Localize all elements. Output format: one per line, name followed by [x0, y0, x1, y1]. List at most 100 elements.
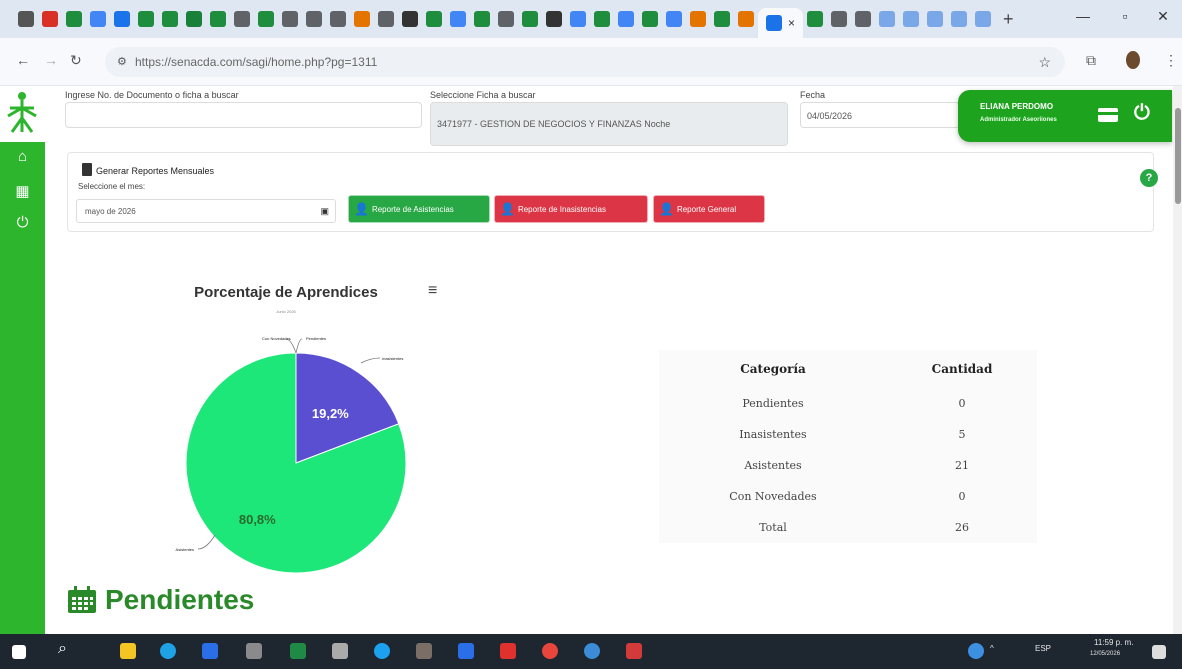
tab-favicon-icon[interactable] [714, 11, 730, 27]
windows-taskbar: ⌕ ^ ESP 11:59 p. m. 12/05/2026 [0, 634, 1182, 669]
tray-date[interactable]: 12/05/2026 [1090, 651, 1120, 657]
tray-lang[interactable]: ESP [1035, 644, 1051, 653]
doc-input[interactable] [65, 102, 422, 128]
search-icon[interactable]: ⌕ [58, 640, 74, 657]
power-icon[interactable]: ⏻ [0, 214, 45, 231]
tab-favicon-icon[interactable] [666, 11, 682, 27]
tab-favicon-icon[interactable] [498, 11, 514, 27]
taskbar-app-icon[interactable] [202, 643, 218, 659]
taskbar-app-icon[interactable] [542, 643, 558, 659]
tab-favicon-icon[interactable] [306, 11, 322, 27]
tab-favicon-icon[interactable] [330, 11, 346, 27]
restore-icon[interactable]: ▫ [1110, 8, 1140, 24]
tab-favicon-icon[interactable] [642, 11, 658, 27]
calendar-icon[interactable]: ▦ [0, 182, 45, 200]
active-tab[interactable]: × [758, 8, 804, 38]
taskbar-app-icon[interactable] [290, 643, 306, 659]
back-icon[interactable]: ← [16, 52, 30, 68]
tab-favicon-icon[interactable] [234, 11, 250, 27]
reports-title: Generar Reportes Mensuales [96, 166, 215, 176]
scrollbar-thumb[interactable] [1175, 108, 1181, 204]
minimize-icon[interactable]: — [1068, 8, 1098, 24]
browser-menu-icon[interactable]: ⋮ [1164, 52, 1178, 69]
tray-up-icon[interactable]: ^ [990, 644, 994, 653]
home-icon[interactable]: ⌂ [0, 148, 45, 165]
taskbar-app-icon[interactable] [416, 643, 432, 659]
logout-icon[interactable]: ⏻ [1134, 102, 1150, 125]
ficha-select[interactable]: 3471977 - GESTION DE NEGOCIOS Y FINANZAS… [430, 102, 788, 146]
tab-favicon-icon[interactable] [114, 11, 130, 27]
new-tab-button[interactable]: + [1003, 9, 1014, 30]
tab-favicon-icon[interactable] [426, 11, 442, 27]
inasistencias-report-button[interactable]: 👤 Reporte de Inasistencias [494, 195, 648, 223]
tab-favicon-icon[interactable] [738, 11, 754, 27]
close-window-icon[interactable]: ✕ [1148, 8, 1178, 25]
taskbar-app-icon[interactable] [584, 643, 600, 659]
taskbar-app-icon[interactable] [458, 643, 474, 659]
omnibox[interactable]: ⚙ https://senacda.com/sagi/home.php?pg=1… [105, 47, 1065, 77]
tab-favicon-icon[interactable] [258, 11, 274, 27]
tab-favicon-icon[interactable] [18, 11, 34, 27]
tab-favicon-icon[interactable] [66, 11, 82, 27]
tab-favicon-icon[interactable] [186, 11, 202, 27]
tab-favicon-icon[interactable] [282, 11, 298, 27]
tab-favicon-icon[interactable] [690, 11, 706, 27]
tab-favicon-icon[interactable] [879, 11, 896, 27]
tab-favicon-icon[interactable] [927, 11, 944, 27]
tab-favicon-icon[interactable] [807, 11, 824, 27]
section-title: Pendientes [105, 584, 255, 615]
weather-icon[interactable] [968, 643, 984, 659]
id-card-icon[interactable] [1098, 108, 1118, 122]
help-icon[interactable]: ? [1140, 169, 1158, 187]
taskbar-app-icon[interactable] [120, 643, 136, 659]
taskbar-app-icon[interactable] [332, 643, 348, 659]
tab-close-icon[interactable]: × [788, 16, 795, 30]
bookmark-star-icon[interactable]: ☆ [1038, 54, 1051, 71]
asistencias-report-button[interactable]: 👤 Reporte de Asistencias [348, 195, 490, 223]
tab-favicon-icon[interactable] [354, 11, 370, 27]
tab-favicon-icon[interactable] [210, 11, 226, 27]
tab-favicon-icon[interactable] [618, 11, 634, 27]
reload-icon[interactable]: ↻ [70, 52, 82, 69]
tab-favicon-icon[interactable] [450, 11, 466, 27]
table-row: Con Novedades 0 [659, 481, 1037, 512]
tab-favicon-icon[interactable] [378, 11, 394, 27]
taskbar-app-icon[interactable] [246, 643, 262, 659]
tray-time[interactable]: 11:59 p. m. [1094, 638, 1133, 647]
tab-favicon-icon[interactable] [951, 11, 968, 27]
general-report-button[interactable]: 👤 Reporte General [653, 195, 765, 223]
site-info-icon[interactable]: ⚙ [117, 55, 127, 68]
tab-favicon-icon[interactable] [162, 11, 178, 27]
forward-icon[interactable]: → [44, 52, 58, 68]
tab-favicon-icon[interactable] [402, 11, 418, 27]
tab-favicon-icon[interactable] [474, 11, 490, 27]
tab-favicon-icon[interactable] [42, 11, 58, 27]
fecha-input[interactable]: 04/05/2026 [800, 102, 960, 128]
pie-connector [295, 338, 303, 354]
pie-connector [197, 534, 216, 550]
table-cell: 21 [955, 459, 969, 472]
tab-favicon-icon[interactable] [903, 11, 920, 27]
tab-favicon-icon[interactable] [90, 11, 106, 27]
month-calendar-icon[interactable]: ▣ [320, 206, 329, 217]
tab-favicon-icon[interactable] [138, 11, 154, 27]
chart-menu-icon[interactable]: ≡ [428, 282, 437, 300]
month-input[interactable]: mayo de 2026 ▣ [76, 199, 336, 223]
tab-favicon-icon[interactable] [594, 11, 610, 27]
tab-favicon-icon[interactable] [570, 11, 586, 27]
tab-favicon-icon[interactable] [546, 11, 562, 27]
table-header: Categoría [740, 362, 806, 376]
tab-favicons-right [803, 11, 995, 27]
tab-favicon-icon[interactable] [975, 11, 992, 27]
start-icon[interactable] [12, 645, 26, 659]
profile-avatar[interactable] [1126, 51, 1140, 69]
taskbar-app-icon[interactable] [626, 643, 642, 659]
tab-favicon-icon[interactable] [831, 11, 848, 27]
taskbar-app-icon[interactable] [160, 643, 176, 659]
notifications-icon[interactable] [1152, 645, 1166, 659]
taskbar-app-icon[interactable] [500, 643, 516, 659]
tab-favicon-icon[interactable] [855, 11, 872, 27]
extensions-icon[interactable]: ⧉ [1086, 52, 1096, 69]
tab-favicon-icon[interactable] [522, 11, 538, 27]
taskbar-app-icon[interactable] [374, 643, 390, 659]
